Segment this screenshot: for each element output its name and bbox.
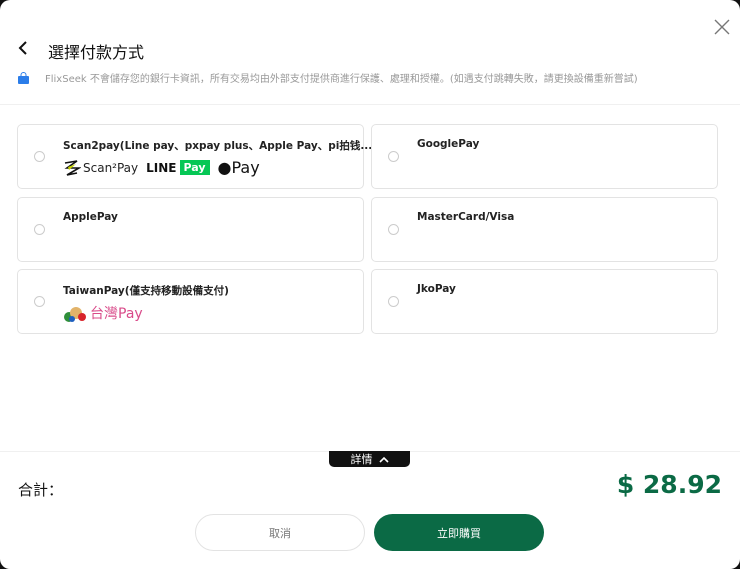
buy-now-button[interactable]: 立即購買 (374, 514, 544, 551)
scan2pay-logo: Scan²Pay (63, 159, 138, 177)
option-label: MasterCard/Visa (417, 211, 515, 223)
line-pay-logo: LINE Pay (146, 160, 210, 175)
logo-row: Scan²Pay LINE Pay ●Pay (63, 158, 260, 177)
page-title: 選擇付款方式 (48, 43, 145, 62)
payment-option-scan2pay[interactable]: Scan2pay(Line pay、pxpay plus、Apple Pay、p… (17, 124, 372, 189)
scan2pay-icon (64, 159, 81, 176)
payment-option-googlepay[interactable]: GooglePay (371, 124, 718, 189)
payment-option-mastercard-visa[interactable]: MasterCard/Visa (371, 197, 718, 262)
radio-button[interactable] (388, 224, 399, 235)
radio-button[interactable] (34, 296, 45, 307)
taiwanpay-logo: 台灣Pay (63, 303, 143, 323)
total-label: 合計： (18, 481, 64, 499)
total-price: $ 28.92 (616, 470, 722, 499)
back-arrow-icon[interactable] (16, 39, 32, 57)
payment-option-applepay[interactable]: ApplePay (17, 197, 364, 262)
security-notice-text: FlixSeek 不會儲存您的銀行卡資訊，所有交易均由外部支付提供商進行保護、處… (45, 74, 638, 85)
option-label: Scan2pay(Line pay、pxpay plus、Apple Pay、p… (63, 140, 373, 152)
taiwanpay-icon (64, 307, 86, 322)
cancel-button[interactable]: 取消 (195, 514, 365, 551)
logo-row: 台灣Pay (63, 303, 143, 323)
details-toggle[interactable]: 詳情 (329, 451, 410, 467)
option-label: TaiwanPay(僅支持移動設備支付) (63, 285, 229, 297)
payment-option-jkopay[interactable]: JkoPay (371, 269, 718, 334)
option-label: ApplePay (63, 211, 118, 223)
option-label: GooglePay (417, 138, 480, 150)
divider (0, 104, 740, 105)
payment-option-taiwanpay[interactable]: TaiwanPay(僅支持移動設備支付) 台灣Pay (17, 269, 364, 334)
chevron-up-icon (378, 456, 389, 463)
shopping-bag-icon (18, 71, 29, 84)
close-icon[interactable] (713, 18, 731, 36)
option-label: JkoPay (417, 283, 456, 295)
radio-button[interactable] (34, 151, 45, 162)
payment-modal: 選擇付款方式 FlixSeek 不會儲存您的銀行卡資訊，所有交易均由外部支付提供… (0, 0, 740, 569)
apple-pay-logo: ●Pay (217, 158, 260, 177)
radio-button[interactable] (34, 224, 45, 235)
security-notice: FlixSeek 不會儲存您的銀行卡資訊，所有交易均由外部支付提供商進行保護、處… (18, 70, 638, 85)
apple-icon: ● (217, 158, 232, 177)
radio-button[interactable] (388, 151, 399, 162)
radio-button[interactable] (388, 296, 399, 307)
